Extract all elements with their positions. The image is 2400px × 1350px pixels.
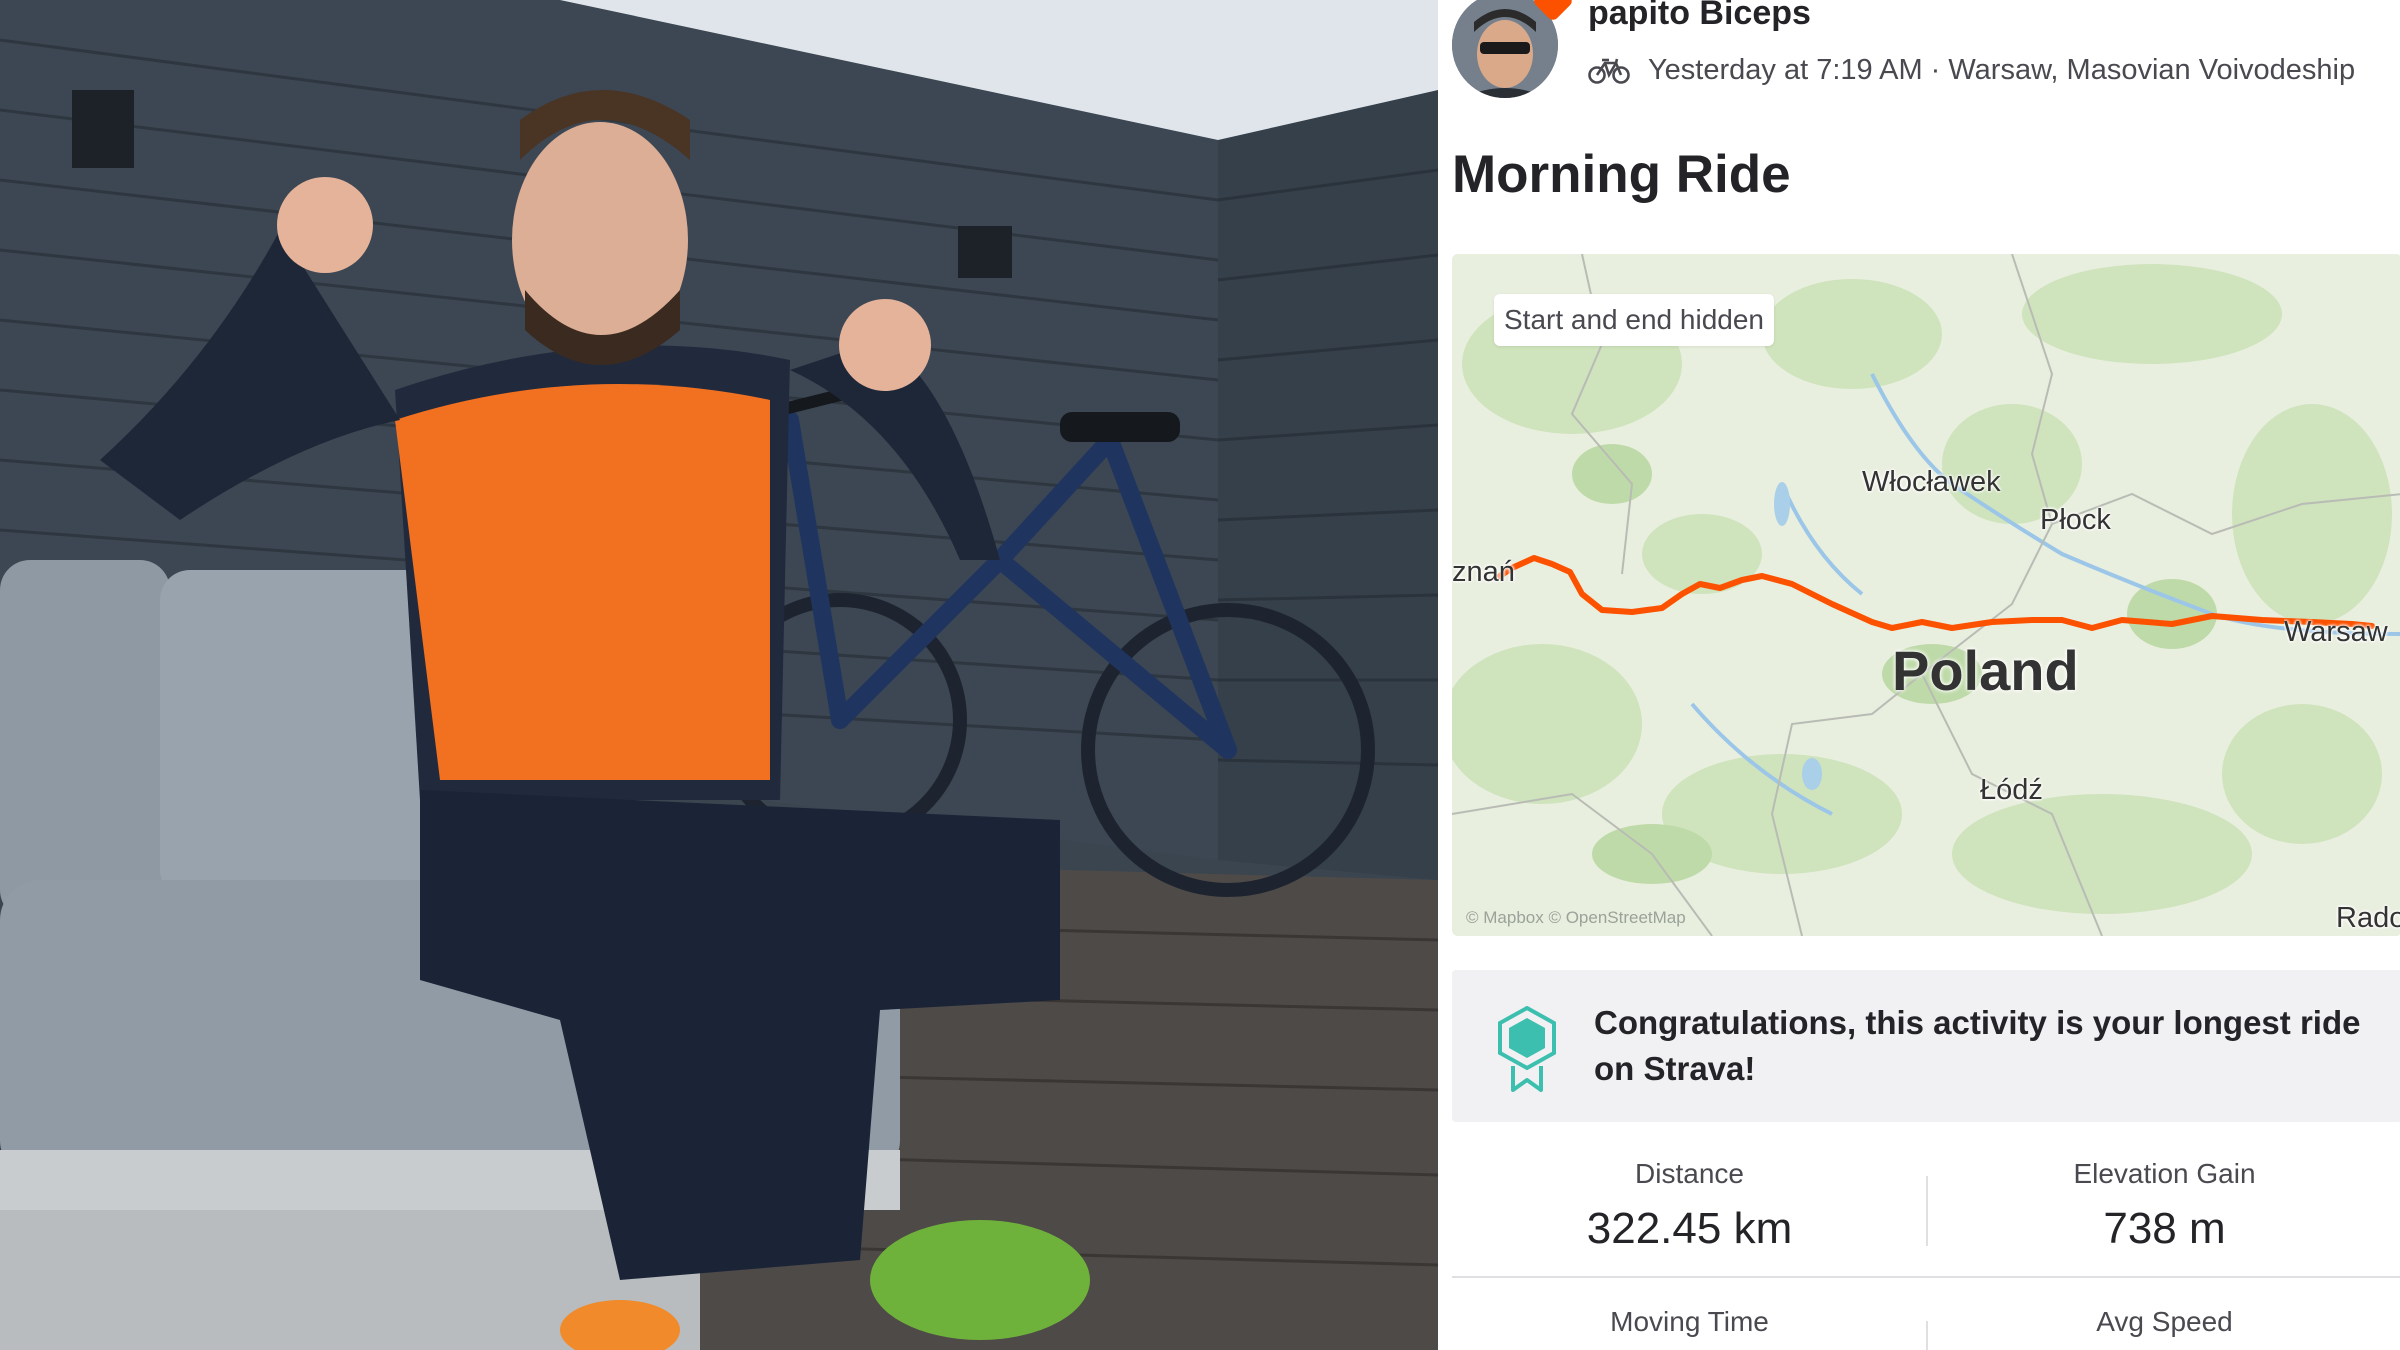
privacy-chip[interactable]: Start and end hidden xyxy=(1494,294,1774,346)
activity-meta: Yesterday at 7:19 AM · Warsaw, Masovian … xyxy=(1588,52,2355,88)
map-label-wloclawek: Włocławek xyxy=(1862,466,2001,498)
map-label-lodz: Łódź xyxy=(1980,774,2043,806)
stat-row-divider xyxy=(1452,1276,2400,1278)
athlete-photo xyxy=(0,0,1438,1350)
stat-label: Elevation Gain xyxy=(2073,1158,2256,1189)
stat-elevation-gain: Elevation Gain 738 m xyxy=(1927,1158,2400,1254)
route-map[interactable]: Start and end hidden Włocławek Płock zna… xyxy=(1452,254,2400,936)
stat-value: 738 m xyxy=(2103,1204,2226,1253)
map-label-radom: Rado xyxy=(2336,902,2400,934)
activity-meta-text: Yesterday at 7:19 AM · Warsaw, Masovian … xyxy=(1648,53,2356,86)
stat-label: Moving Time xyxy=(1610,1306,1769,1337)
stat-label: Distance xyxy=(1635,1158,1744,1189)
achievement-text: Congratulations, this activity is your l… xyxy=(1594,1004,2361,1087)
activity-panel: papito Biceps Yesterday at 7:19 AM · War… xyxy=(1438,0,2400,1350)
map-label-country: Poland xyxy=(1892,639,2079,702)
achievement-medal-icon xyxy=(1498,1006,1556,1092)
stat-distance: Distance 322.45 km xyxy=(1452,1158,1927,1254)
athlete-avatar[interactable] xyxy=(1452,0,1558,98)
stats-grid: Distance 322.45 km Elevation Gain 738 m … xyxy=(1452,1136,2400,1350)
map-label-plock: Płock xyxy=(2040,504,2111,536)
bike-icon xyxy=(1588,58,1630,84)
stat-label: Avg Speed xyxy=(2096,1306,2233,1337)
stat-avg-speed: Avg Speed xyxy=(1927,1306,2400,1350)
achievement-banner: Congratulations, this activity is your l… xyxy=(1452,970,2400,1122)
stat-value: 322.45 km xyxy=(1586,1204,1793,1253)
map-label-warsaw: Warsaw xyxy=(2284,616,2388,648)
map-label-poznan: znań xyxy=(1452,556,1515,588)
athlete-name[interactable]: papito Biceps xyxy=(1588,0,1811,33)
stat-moving-time: Moving Time xyxy=(1452,1306,1927,1350)
activity-title: Morning Ride xyxy=(1452,145,1791,204)
map-attribution[interactable]: © Mapbox © OpenStreetMap xyxy=(1466,908,1686,928)
